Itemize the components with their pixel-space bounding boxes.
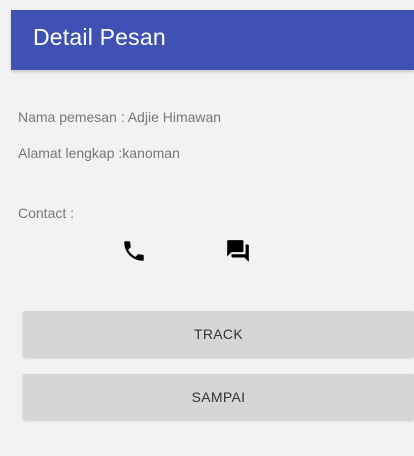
customer-address: Alamat lengkap :kanoman xyxy=(18,145,180,161)
sampai-button[interactable]: SAMPAI xyxy=(23,374,414,420)
customer-name: Nama pemesan : Adjie Himawan xyxy=(18,109,222,125)
page-title: Detail Pesan xyxy=(33,24,166,50)
contact-label: Contact : xyxy=(18,205,75,221)
chat-icon[interactable] xyxy=(225,238,251,264)
track-button[interactable]: TRACK xyxy=(23,311,414,357)
phone-icon[interactable] xyxy=(121,238,147,264)
app-bar: Detail Pesan xyxy=(11,10,414,70)
